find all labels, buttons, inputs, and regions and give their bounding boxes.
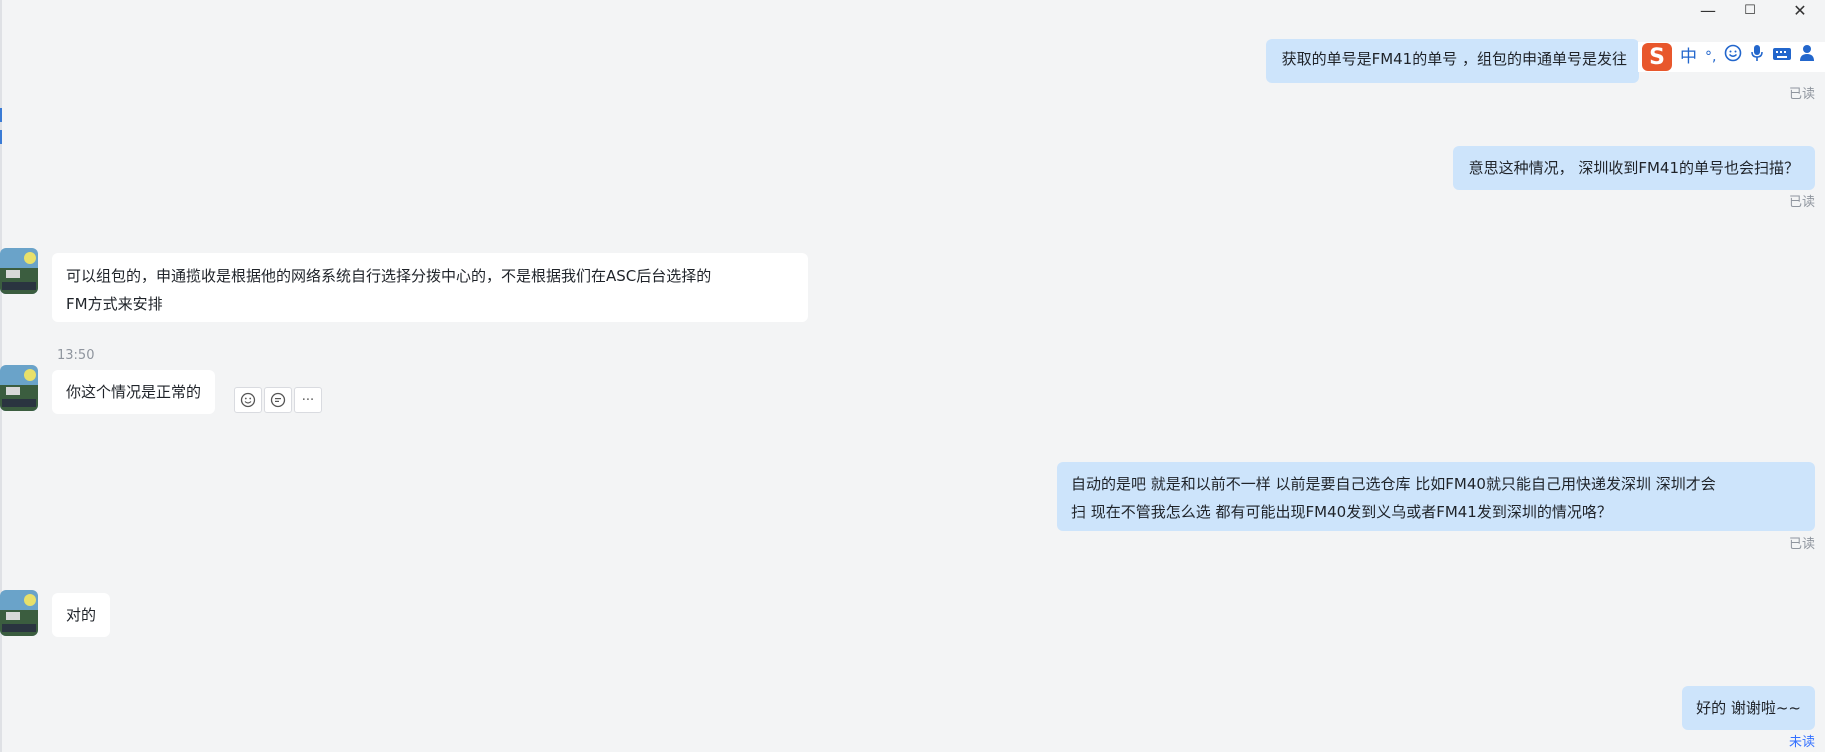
message-text: 你这个情况是正常的 <box>66 383 202 401</box>
message-text: 获取的单号是FM41的单号 ，组包的申通单号是发往 <box>1281 50 1627 68</box>
message-text-line: 可以组包的，申通揽收是根据他的网络系统自行选择分拨中心的，不是根据我们在ASC后… <box>66 267 712 285</box>
title-bar: — ☐ ✕ <box>0 0 1825 24</box>
message-bubble-outgoing[interactable]: 好的 谢谢啦~~ <box>1682 686 1815 730</box>
message-text-line: FM方式来安排 <box>66 295 163 313</box>
ime-language-toggle[interactable]: 中 <box>1680 43 1697 71</box>
message-bubble-incoming[interactable]: 可以组包的，申通揽收是根据他的网络系统自行选择分拨中心的，不是根据我们在ASC后… <box>52 253 808 322</box>
read-status: 已读 <box>1788 537 1815 552</box>
smile-icon[interactable] <box>1724 43 1742 71</box>
left-edge-marker <box>0 130 2 144</box>
avatar[interactable] <box>0 365 38 411</box>
read-status: 已读 <box>1788 87 1815 102</box>
ime-logo[interactable]: S <box>1642 43 1672 71</box>
keyboard-icon[interactable] <box>1772 43 1792 71</box>
message-text-line: 扫 现在不管我怎么选 都有可能出现FM40发到义乌或者FM41发到深圳的情况咯？ <box>1071 503 1612 521</box>
message-bubble-incoming[interactable]: 对的 <box>52 593 111 637</box>
message-bubble-outgoing[interactable]: 获取的单号是FM41的单号 ，组包的申通单号是发往 <box>1265 39 1639 83</box>
mic-icon[interactable] <box>1750 43 1764 71</box>
message-hover-actions: ··· <box>234 387 322 413</box>
more-button[interactable]: ··· <box>294 387 322 413</box>
avatar[interactable] <box>0 590 38 636</box>
message-timestamp: 13:50 <box>57 348 95 363</box>
left-edge-marker <box>0 108 2 122</box>
message-bubble-outgoing[interactable]: 自动的是吧 就是和以前不一样 以前是要自己选仓库 比如FM40就只能自己用快递发… <box>1057 462 1815 531</box>
ime-punctuation-toggle[interactable]: °, <box>1705 43 1716 71</box>
user-icon[interactable] <box>1800 43 1815 71</box>
reply-icon[interactable] <box>264 387 292 413</box>
message-text: 好的 谢谢啦~~ <box>1696 699 1801 717</box>
message-text-line: 自动的是吧 就是和以前不一样 以前是要自己选仓库 比如FM40就只能自己用快递发… <box>1071 475 1716 493</box>
unread-status: 未读 <box>1788 735 1815 750</box>
smile-icon[interactable] <box>234 387 262 413</box>
read-status: 已读 <box>1788 195 1815 210</box>
message-text: 意思这种情况， 深圳收到FM41的单号也会扫描？ <box>1468 159 1799 177</box>
message-text: 对的 <box>66 606 97 624</box>
close-button[interactable]: ✕ <box>1780 0 1820 24</box>
minimize-button[interactable]: — <box>1688 0 1728 24</box>
avatar[interactable] <box>0 248 38 294</box>
message-bubble-outgoing[interactable]: 意思这种情况， 深圳收到FM41的单号也会扫描？ <box>1452 146 1815 190</box>
maximize-button[interactable]: ☐ <box>1730 0 1770 24</box>
message-bubble-incoming[interactable]: 你这个情况是正常的 <box>52 370 216 414</box>
ime-toolbar[interactable]: S 中 °, <box>1638 42 1825 72</box>
